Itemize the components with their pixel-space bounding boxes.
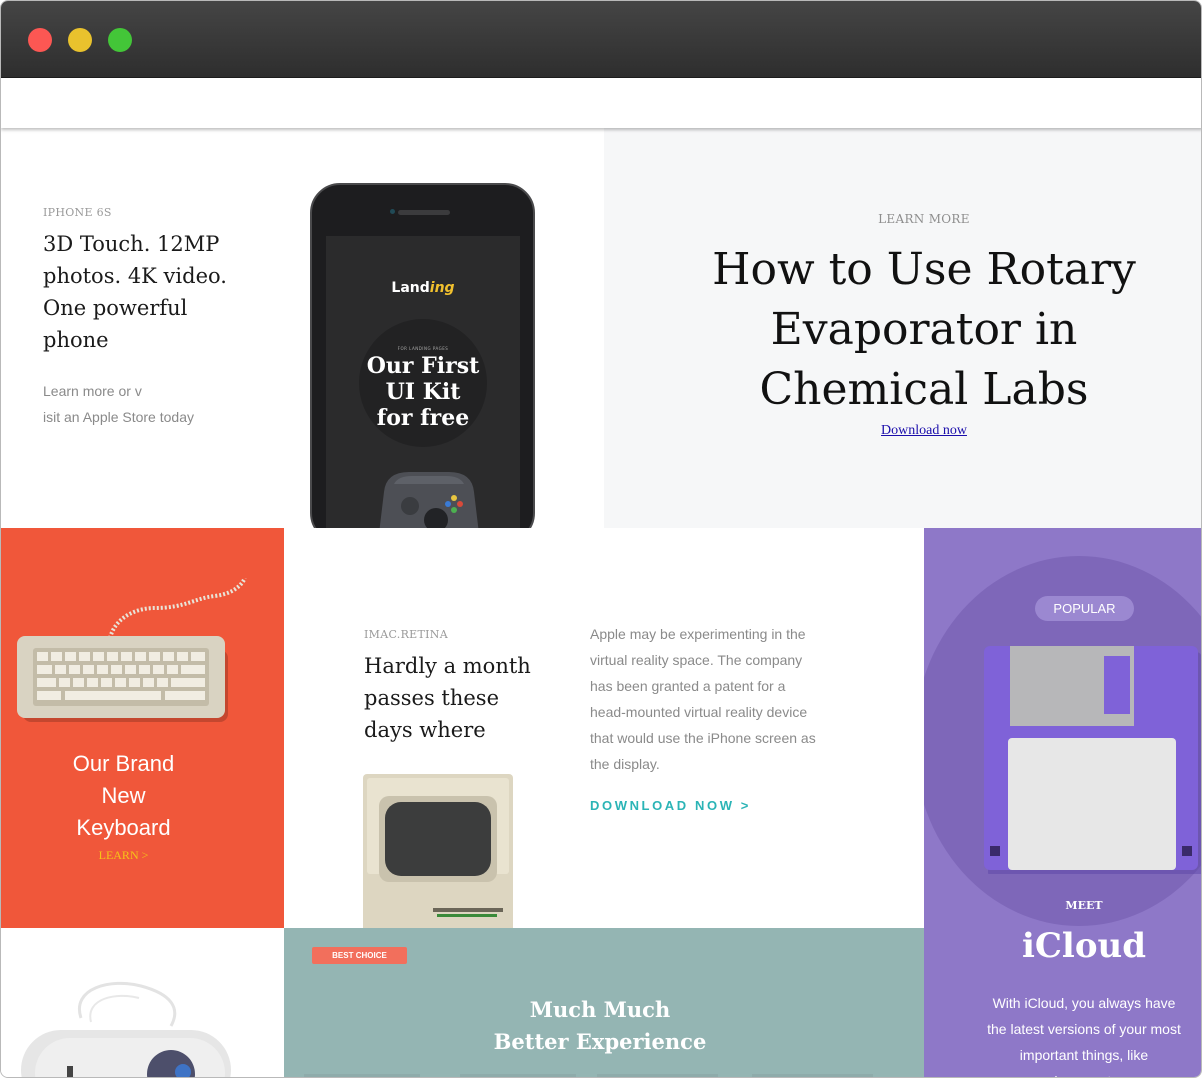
floppy-disk-image	[984, 646, 1201, 874]
phone-speaker	[398, 210, 450, 215]
imac-section: IMAC.RETINA Hardly a month passes these …	[284, 528, 924, 928]
popular-badge: POPULAR	[1035, 596, 1134, 621]
iphone-subtext: Learn more or v isit an Apple Store toda…	[43, 378, 243, 430]
rotary-title: How to Use Rotary Evaporator in Chemical…	[712, 244, 1136, 415]
experience-card[interactable]	[752, 1074, 873, 1077]
maximize-window-button[interactable]	[108, 28, 132, 52]
imac-download-link[interactable]: DOWNLOAD NOW ˃	[590, 798, 751, 813]
keyboard-title: Our Brand New Keyboard	[72, 751, 175, 840]
page-header-strip	[1, 78, 1201, 128]
window-titlebar	[1, 1, 1201, 78]
landing-logo: Landing	[391, 280, 455, 296]
experience-card[interactable]	[460, 1074, 576, 1077]
experience-card[interactable]	[304, 1074, 420, 1077]
experience-card[interactable]	[597, 1074, 718, 1077]
meet-label: MEET	[1065, 899, 1103, 912]
iphone-subtext-line-1: Learn more or v	[43, 383, 142, 399]
screen-kit-title: Our First UI Kit for free	[366, 353, 480, 431]
iphone-headline: 3D Touch. 12MP photos. 4K video. One pow…	[43, 232, 227, 352]
phone-camera	[390, 209, 395, 214]
close-window-button[interactable]	[28, 28, 52, 52]
keyboard-image	[17, 578, 247, 722]
keyboard-section: Our Brand New Keyboard LEARN ˃	[1, 528, 284, 928]
imac-paragraph: Apple may be experimenting in the virtua…	[590, 626, 816, 772]
page-content: IPHONE 6S 3D Touch. 12MP photos. 4K vide…	[1, 128, 1201, 1077]
minimize-window-button[interactable]	[68, 28, 92, 52]
icloud-title: iCloud	[1021, 926, 1147, 966]
iphone-image: Landing FOR LANDING PAGES Our First UI K…	[310, 183, 535, 546]
iphone-eyebrow: IPHONE 6S	[43, 206, 112, 219]
imac-headline: Hardly a month passes these days where	[364, 654, 531, 742]
phone-screen: Landing FOR LANDING PAGES Our First UI K…	[326, 236, 520, 546]
imac-eyebrow: IMAC.RETINA	[364, 628, 448, 641]
best-choice-badge: BEST CHOICE	[312, 947, 407, 964]
rotary-section: LEARN MORE How to Use Rotary Evaporator …	[604, 128, 1201, 528]
controller-section	[1, 928, 284, 1077]
icloud-description: With iCloud, you always have the latest …	[987, 995, 1181, 1077]
experience-section: BEST CHOICE Much Much Better Experience	[284, 928, 924, 1077]
browser-window: IPHONE 6S 3D Touch. 12MP photos. 4K vide…	[0, 0, 1202, 1078]
keyboard-learn-link[interactable]: LEARN ˃	[1, 848, 246, 863]
iphone-subtext-line-2: isit an Apple Store today	[43, 409, 194, 425]
popular-section: POPULAR MEET iCloud With iCloud, you alw…	[924, 528, 1201, 1077]
screen-tagline: FOR LANDING PAGES	[397, 346, 449, 351]
iphone-section: IPHONE 6S 3D Touch. 12MP photos. 4K vide…	[1, 128, 604, 546]
experience-title: Much Much Better Experience	[493, 997, 707, 1054]
rotary-eyebrow: LEARN MORE	[878, 212, 970, 226]
macintosh-image	[363, 774, 513, 928]
download-now-link[interactable]: Download now	[604, 423, 1201, 439]
snes-controller-image	[21, 981, 231, 1077]
